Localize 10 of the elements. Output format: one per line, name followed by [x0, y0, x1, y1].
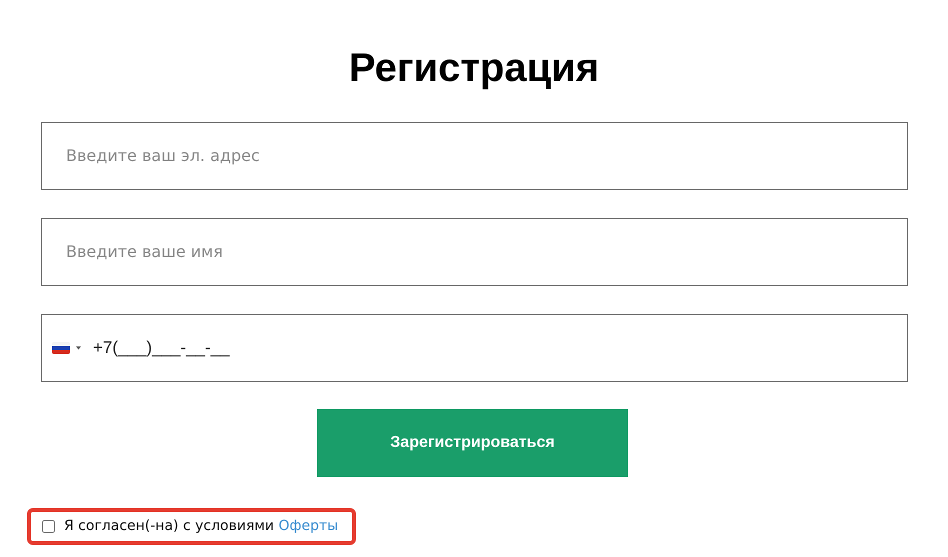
phone-field[interactable]: +7(___)___-__-__: [41, 314, 908, 382]
offer-link[interactable]: Оферты: [278, 518, 338, 534]
flag-icon[interactable]: [52, 342, 70, 354]
agreement-text: Я согласен(-на) с условиями Оферты: [64, 518, 338, 534]
input-field[interactable]: Введите ваш эл. адрес: [41, 122, 908, 190]
caret-icon[interactable]: [76, 346, 81, 350]
register-button[interactable]: Зарегистрироваться: [317, 409, 628, 477]
page-title: Регистрация: [348, 45, 600, 92]
input-field[interactable]: Введите ваше имя: [41, 218, 908, 286]
checkbox[interactable]: [42, 520, 55, 532]
